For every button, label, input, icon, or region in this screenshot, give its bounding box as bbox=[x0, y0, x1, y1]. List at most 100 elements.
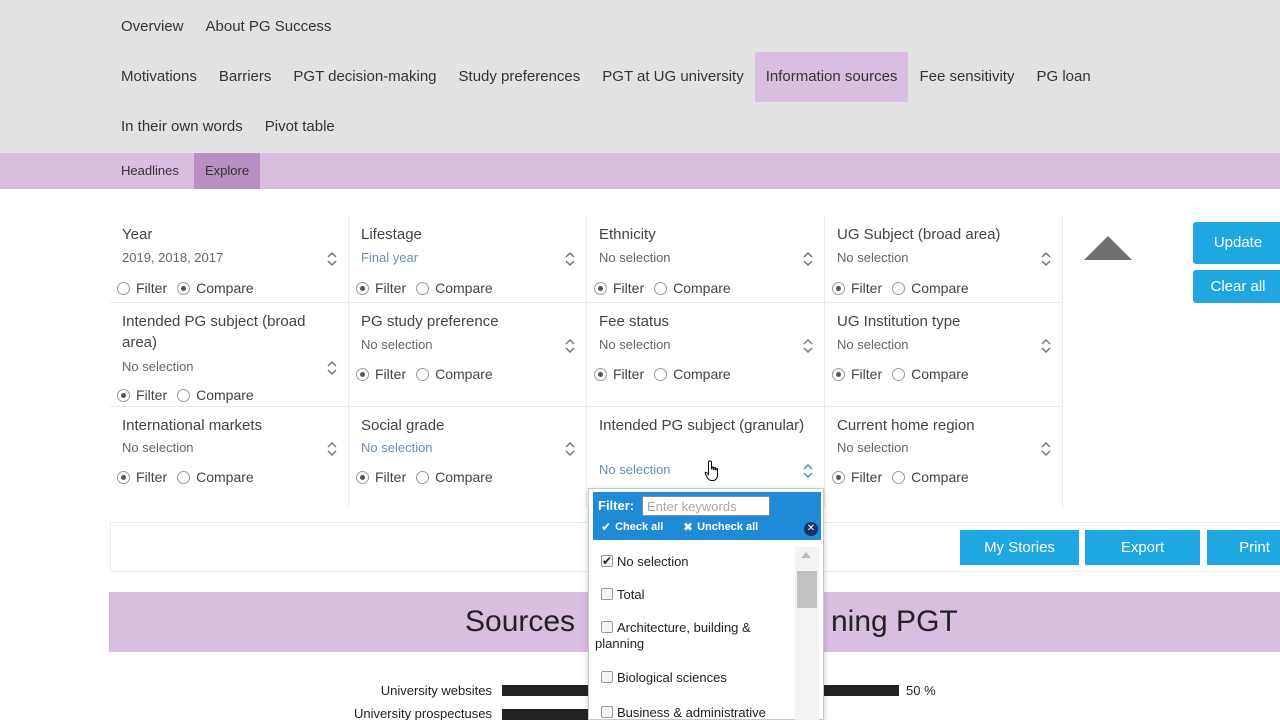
updown-arrows-icon[interactable] bbox=[802, 338, 814, 354]
nav-row-1: Overview About PG Success bbox=[110, 2, 342, 52]
filter-radio[interactable] bbox=[832, 281, 845, 295]
updown-arrows-icon[interactable] bbox=[326, 251, 338, 267]
updown-arrows-icon[interactable] bbox=[326, 441, 338, 457]
close-icon[interactable]: ✕ bbox=[804, 522, 818, 536]
filter-value[interactable]: No selection bbox=[122, 359, 194, 374]
compare-radio[interactable] bbox=[892, 367, 906, 381]
nav-barriers[interactable]: Barriers bbox=[208, 52, 283, 102]
updown-arrows-icon[interactable] bbox=[564, 441, 576, 457]
updown-arrows-icon[interactable] bbox=[802, 463, 814, 479]
update-button[interactable]: Update bbox=[1193, 222, 1280, 264]
scroll-up-icon[interactable] bbox=[801, 552, 811, 558]
compare-radio[interactable] bbox=[654, 281, 668, 295]
filter-radio[interactable] bbox=[117, 388, 130, 402]
filter-value[interactable]: No selection bbox=[599, 462, 671, 477]
compare-radio[interactable] bbox=[177, 281, 191, 295]
print-button[interactable]: Print bbox=[1207, 530, 1280, 565]
nav-overview[interactable]: Overview bbox=[110, 2, 195, 52]
filter-radio-label: Filter bbox=[136, 469, 168, 485]
nav-pg-loan[interactable]: PG loan bbox=[1025, 52, 1101, 102]
clear-all-button[interactable]: Clear all bbox=[1193, 270, 1280, 303]
x-icon: ✖ bbox=[683, 520, 694, 534]
filter-radio[interactable] bbox=[594, 367, 607, 381]
option-business-administrative[interactable]: Business & administrative bbox=[595, 705, 785, 720]
compare-radio[interactable] bbox=[654, 367, 668, 381]
nav-about-pg-success[interactable]: About PG Success bbox=[195, 2, 343, 52]
filter-mode-radios: Filter Compare bbox=[594, 280, 741, 296]
scrollbar-thumb[interactable] bbox=[797, 571, 817, 608]
tab-headlines[interactable]: Headlines bbox=[110, 153, 190, 189]
filter-radio[interactable] bbox=[356, 281, 369, 295]
option-no-selection[interactable]: No selection bbox=[595, 553, 785, 570]
nav-pgt-at-ug-university[interactable]: PGT at UG university bbox=[591, 52, 754, 102]
updown-arrows-icon[interactable] bbox=[564, 338, 576, 354]
compare-radio-label: Compare bbox=[435, 366, 493, 382]
check-all-button[interactable]: ✔ Check all bbox=[601, 520, 663, 534]
filter-value[interactable]: No selection bbox=[361, 440, 433, 455]
compare-radio[interactable] bbox=[177, 470, 191, 484]
keyword-filter-input[interactable] bbox=[642, 496, 770, 516]
checkbox[interactable] bbox=[601, 588, 613, 600]
nav-motivations[interactable]: Motivations bbox=[110, 52, 208, 102]
check-icon: ✔ bbox=[601, 520, 612, 534]
nav-information-sources[interactable]: Information sources bbox=[754, 52, 909, 102]
compare-radio-label: Compare bbox=[435, 280, 493, 296]
filter-mode-radios: Filter Compare bbox=[356, 366, 503, 382]
dropdown-scrollbar[interactable] bbox=[795, 547, 819, 720]
collapse-triangle-icon[interactable] bbox=[1084, 236, 1132, 260]
my-stories-button[interactable]: My Stories bbox=[960, 530, 1079, 565]
compare-radio[interactable] bbox=[416, 367, 430, 381]
filter-value[interactable]: Final year bbox=[361, 250, 418, 265]
option-biological-sciences[interactable]: Biological sciences bbox=[595, 670, 785, 686]
compare-radio[interactable] bbox=[892, 470, 906, 484]
updown-arrows-icon[interactable] bbox=[802, 251, 814, 267]
tab-explore[interactable]: Explore bbox=[194, 153, 261, 189]
filter-radio[interactable] bbox=[356, 470, 369, 484]
page: Overview About PG Success Motivations Ba… bbox=[0, 0, 1280, 720]
filter-radio[interactable] bbox=[117, 281, 130, 295]
filter-mode-radios: Filter Compare bbox=[117, 280, 264, 296]
filter-label: Intended PG subject (granular) bbox=[599, 417, 805, 434]
checkbox[interactable] bbox=[601, 671, 613, 683]
option-total[interactable]: Total bbox=[595, 587, 785, 603]
updown-arrows-icon[interactable] bbox=[564, 251, 576, 267]
compare-radio[interactable] bbox=[892, 281, 906, 295]
checkbox[interactable] bbox=[601, 621, 613, 633]
filter-radio[interactable] bbox=[356, 367, 369, 381]
nav-study-preferences[interactable]: Study preferences bbox=[448, 52, 592, 102]
filter-radio[interactable] bbox=[117, 470, 130, 484]
filter-value[interactable]: No selection bbox=[837, 337, 909, 352]
option-architecture[interactable]: Architecture, building & planning bbox=[595, 620, 785, 652]
checkbox[interactable] bbox=[601, 553, 613, 569]
filter-value[interactable]: No selection bbox=[361, 337, 433, 352]
updown-arrows-icon[interactable] bbox=[1040, 338, 1052, 354]
filter-value[interactable]: No selection bbox=[837, 250, 909, 265]
filter-value[interactable]: No selection bbox=[599, 250, 671, 265]
updown-arrows-icon[interactable] bbox=[326, 360, 338, 376]
filter-grid: Year 2019, 2018, 2017 Filter Compare Lif… bbox=[110, 216, 1063, 508]
compare-radio-label: Compare bbox=[911, 280, 969, 296]
nav-in-their-own-words[interactable]: In their own words bbox=[110, 102, 254, 152]
compare-radio[interactable] bbox=[177, 388, 191, 402]
bar-label-university-prospectuses: University prospectuses bbox=[354, 706, 492, 720]
filter-radio[interactable] bbox=[832, 367, 845, 381]
nav-fee-sensitivity[interactable]: Fee sensitivity bbox=[908, 52, 1025, 102]
uncheck-all-button[interactable]: ✖ Uncheck all bbox=[683, 520, 758, 534]
compare-radio[interactable] bbox=[416, 281, 430, 295]
export-button[interactable]: Export bbox=[1085, 530, 1200, 565]
updown-arrows-icon[interactable] bbox=[1040, 441, 1052, 457]
filter-value[interactable]: No selection bbox=[599, 337, 671, 352]
filter-radio[interactable] bbox=[832, 470, 845, 484]
filter-value[interactable]: 2019, 2018, 2017 bbox=[122, 250, 223, 265]
filter-value[interactable]: No selection bbox=[837, 440, 909, 455]
hand-cursor-icon bbox=[704, 460, 718, 481]
checkbox[interactable] bbox=[601, 706, 613, 718]
updown-arrows-icon[interactable] bbox=[1040, 251, 1052, 267]
nav-pivot-table[interactable]: Pivot table bbox=[254, 102, 346, 152]
filter-value[interactable]: No selection bbox=[122, 440, 194, 455]
filter-radio-label: Filter bbox=[851, 366, 883, 382]
option-label: No selection bbox=[617, 554, 689, 569]
compare-radio[interactable] bbox=[416, 470, 430, 484]
nav-pgt-decision-making[interactable]: PGT decision-making bbox=[282, 52, 447, 102]
filter-radio[interactable] bbox=[594, 281, 607, 295]
